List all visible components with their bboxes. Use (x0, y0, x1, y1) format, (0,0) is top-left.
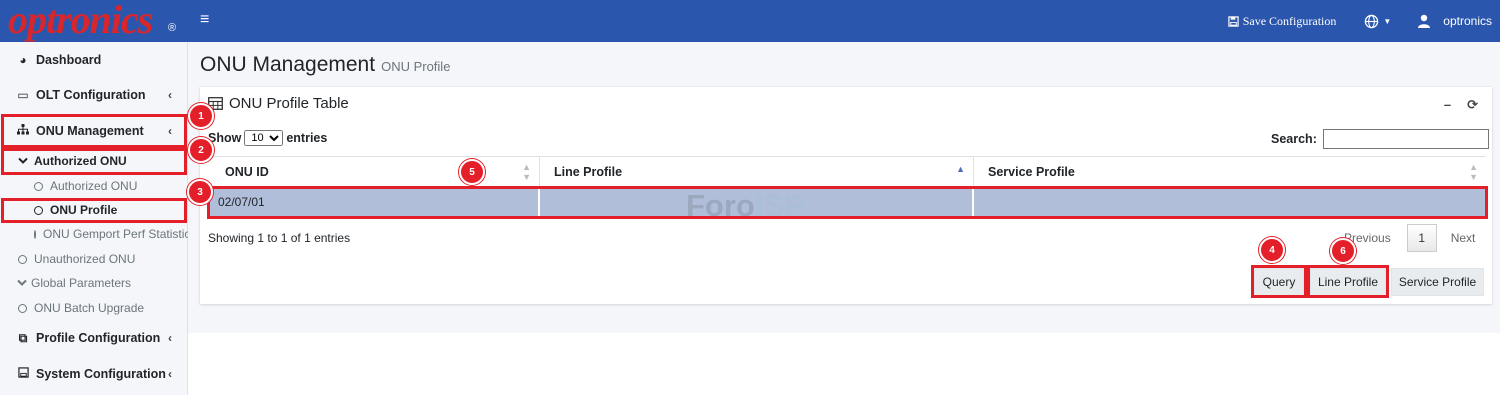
refresh-icon[interactable]: ⟳ (1467, 97, 1478, 113)
save-icon (16, 367, 30, 381)
sidebar-item-onu-batch-upgrade[interactable]: ONU Batch Upgrade (0, 298, 188, 318)
column-header-label: Service Profile (988, 164, 1075, 179)
sort-ascending-icon: ▲ (956, 164, 965, 174)
chevron-left-icon: ‹ (168, 331, 172, 345)
pagination: Previous 1 Next (1344, 224, 1475, 252)
column-header-line-profile[interactable]: Line Profile ▲ (540, 157, 974, 186)
search-input[interactable] (1322, 129, 1489, 149)
page-subtitle: ONU Profile (381, 59, 451, 74)
circle-icon (34, 229, 36, 239)
column-header-onu-id[interactable]: ONU ID ▲ ▼ (208, 157, 540, 186)
user-name: optronics (1443, 14, 1492, 28)
user-icon (1418, 14, 1431, 28)
sidebar-item-label: System Configuration (36, 367, 166, 381)
step-badge-5: 5 (459, 159, 485, 185)
sidebar-item-olt-configuration[interactable]: ▭ OLT Configuration ‹ (0, 85, 188, 105)
sidebar-item-system-configuration[interactable]: System Configuration ‹ (0, 364, 188, 384)
hamburger-menu-icon[interactable]: ≡ (200, 12, 209, 28)
sidebar-item-authorized-onu[interactable]: Authorized ONU (0, 176, 188, 196)
sidebar-item-label: ONU Gemport Perf Statistic (43, 227, 188, 241)
pagination-next[interactable]: Next (1451, 231, 1476, 245)
sidebar-item-onu-gemport-perf-statistic[interactable]: ONU Gemport Perf Statistic (0, 224, 188, 244)
card-title: ONU Profile Table (208, 95, 349, 112)
sidebar-item-label: ONU Batch Upgrade (34, 301, 145, 315)
entries-label: entries (286, 131, 328, 145)
save-configuration-button[interactable]: Save Configuration (1228, 13, 1337, 29)
sidebar-item-label: Dashboard (36, 53, 102, 67)
circle-icon (34, 181, 43, 191)
chevron-down-icon (17, 279, 27, 287)
column-header-label: ONU ID (225, 164, 269, 179)
highlight-line-profile-button (1307, 265, 1389, 298)
step-badge-1: 1 (188, 103, 214, 129)
minimize-icon[interactable]: – (1444, 97, 1451, 113)
caret-down-icon: ▼ (1383, 16, 1392, 26)
brand-logo[interactable]: optronics ® (0, 0, 188, 42)
column-header-service-profile[interactable]: Service Profile ▲ ▼ (974, 157, 1486, 186)
search-label: Search: (1271, 132, 1317, 146)
step-badge-3: 3 (187, 179, 213, 205)
chevron-left-icon: ‹ (168, 367, 172, 381)
sidebar-item-unauthorized-onu[interactable]: Unauthorized ONU (0, 249, 188, 269)
show-label: Show (208, 131, 242, 145)
step-badge-6: 6 (1330, 238, 1356, 264)
card-tools: – ⟳ (1444, 97, 1478, 113)
entries-select[interactable]: 10 (244, 130, 284, 146)
sidebar-item-dashboard[interactable]: ◕ Dashboard (0, 50, 188, 70)
sidebar-item-label: Authorized ONU (50, 179, 138, 193)
logo-registered-mark: ® (168, 22, 177, 34)
entries-length-control: Show 10 entries (208, 130, 327, 146)
content-footer-area (188, 333, 1500, 395)
highlight-query-button (1251, 265, 1307, 298)
step-badge-2: 2 (188, 137, 214, 163)
save-configuration-label: Save Configuration (1242, 13, 1337, 28)
circle-icon (18, 303, 27, 313)
sidebar-item-global-parameters[interactable]: Global Parameters (0, 273, 188, 293)
sidebar-item-label: Global Parameters (31, 276, 132, 290)
sort-icon: ▲ ▼ (1469, 161, 1478, 182)
chevron-left-icon: ‹ (168, 88, 172, 102)
table-search: Search: (1271, 129, 1489, 149)
dashboard-icon: ◕ (19, 53, 27, 67)
floppy-icon (1228, 15, 1239, 27)
sidebar-item-label: Unauthorized ONU (34, 252, 136, 266)
sidebar-item-label: OLT Configuration (36, 88, 146, 102)
column-header-label: Line Profile (554, 164, 623, 179)
copy-icon: ⧉ (18, 330, 28, 345)
page-title: ONU Management ONU Profile (200, 53, 450, 77)
laptop-icon: ▭ (17, 88, 29, 102)
pagination-page-1[interactable]: 1 (1406, 224, 1437, 252)
sidebar-item-label: Profile Configuration (36, 331, 161, 345)
top-right-controls: Save Configuration ▼ optronics (1228, 0, 1500, 42)
highlight-onu-profile (1, 198, 187, 223)
user-menu[interactable]: optronics (1417, 14, 1492, 28)
logo-text: optronics (8, 0, 153, 42)
step-badge-4: 4 (1259, 237, 1285, 263)
page-title-text: ONU Management (200, 53, 376, 76)
card-title-text: ONU Profile Table (229, 95, 349, 112)
sidebar-item-profile-configuration[interactable]: ⧉ Profile Configuration ‹ (0, 328, 188, 348)
globe-icon (1365, 14, 1379, 28)
highlight-authorized-onu (1, 148, 187, 175)
table-info: Showing 1 to 1 of 1 entries (208, 231, 351, 245)
table-header: ONU ID ▲ ▼ Line Profile ▲ Service Profile… (208, 156, 1486, 187)
service-profile-button[interactable]: Service Profile (1391, 268, 1484, 296)
highlight-onu-management (1, 114, 187, 148)
highlight-table-row (207, 186, 1488, 219)
circle-icon (18, 254, 27, 264)
language-dropdown[interactable]: ▼ (1364, 14, 1391, 29)
sort-icon: ▲ ▼ (522, 161, 531, 182)
